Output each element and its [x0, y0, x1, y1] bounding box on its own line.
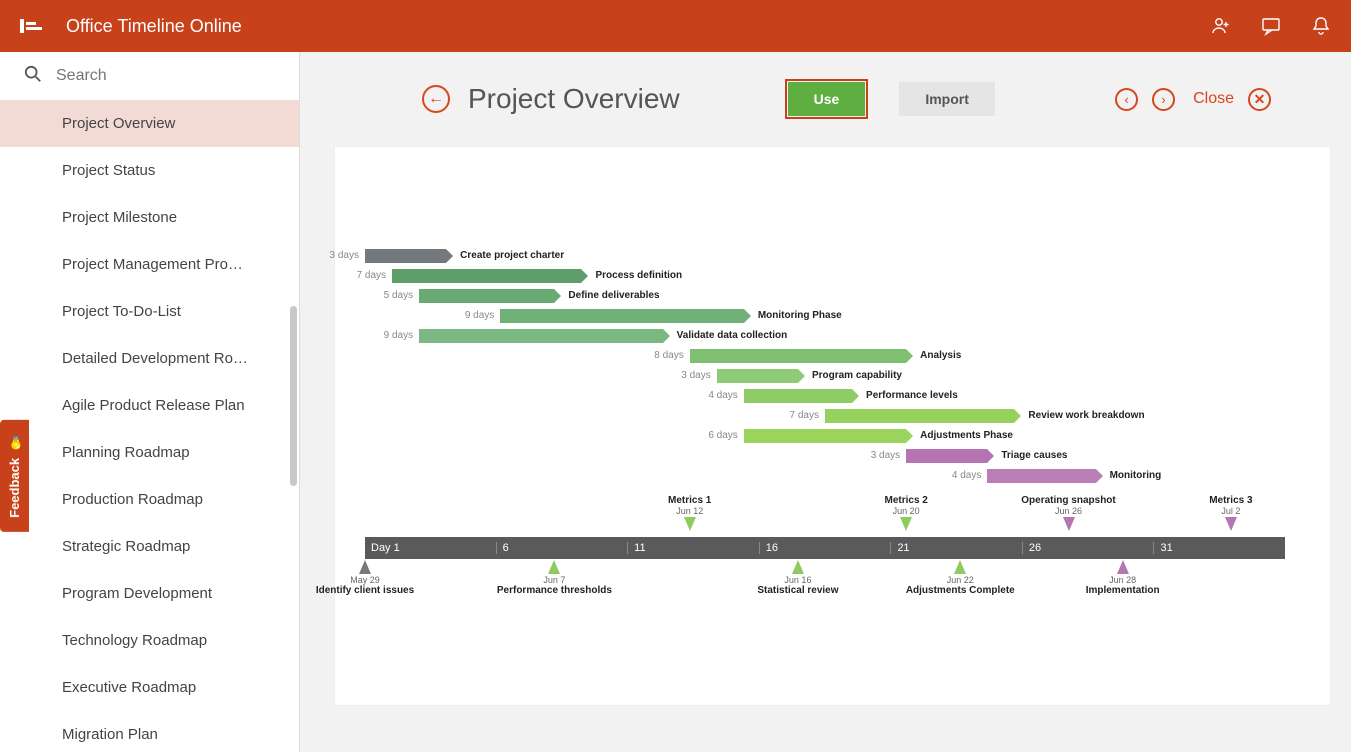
milestone[interactable]: May 29Identify client issues	[305, 559, 425, 596]
page-title: Project Overview	[468, 83, 680, 115]
task-duration: 3 days	[681, 370, 710, 381]
lightbulb-icon: 💡	[7, 434, 22, 450]
milestone[interactable]: Jun 28Implementation	[1063, 559, 1183, 596]
task-duration: 3 days	[330, 250, 359, 261]
scrollbar-thumb[interactable]	[290, 306, 297, 486]
task-duration: 3 days	[871, 450, 900, 461]
task-duration: 4 days	[952, 470, 981, 481]
task-bar[interactable]	[500, 309, 744, 323]
sidebar-item[interactable]: Project Management Pro…	[0, 241, 299, 288]
chat-icon[interactable]	[1261, 16, 1281, 36]
task-duration: 9 days	[384, 330, 413, 341]
task-duration: 7 days	[790, 410, 819, 421]
use-button[interactable]: Use	[788, 82, 866, 116]
task-bar[interactable]	[744, 389, 852, 403]
axis-tick: 31	[1153, 542, 1285, 554]
task-bar[interactable]	[392, 269, 581, 283]
task-label: Program capability	[812, 370, 902, 381]
task-bar[interactable]	[906, 449, 987, 463]
sidebar-item[interactable]: Production Roadmap	[0, 476, 299, 523]
sidebar-item[interactable]: Migration Plan	[0, 711, 299, 752]
app-logo-icon	[20, 16, 44, 36]
task-duration: 8 days	[654, 350, 683, 361]
task-label: Analysis	[920, 350, 961, 361]
task-label: Review work breakdown	[1028, 410, 1144, 421]
sidebar-item[interactable]: Executive Roadmap	[0, 664, 299, 711]
import-button[interactable]: Import	[899, 82, 995, 116]
sidebar-list: Project OverviewProject StatusProject Mi…	[0, 100, 299, 752]
user-add-icon[interactable]	[1211, 16, 1231, 36]
milestone[interactable]: Metrics 3Jul 2	[1171, 495, 1291, 532]
task-label: Monitoring Phase	[758, 310, 842, 321]
sidebar-item[interactable]: Program Development	[0, 570, 299, 617]
search-input[interactable]	[56, 67, 275, 85]
task-bar[interactable]	[717, 369, 798, 383]
task-bar[interactable]	[365, 249, 446, 263]
milestone[interactable]: Metrics 1Jun 12	[630, 495, 750, 532]
sidebar-item[interactable]: Planning Roadmap	[0, 429, 299, 476]
content-header: ← Project Overview Use Import ‹ › Close …	[422, 82, 1331, 116]
arrow-left-icon: ←	[428, 90, 444, 108]
sidebar-item[interactable]: Project Milestone	[0, 194, 299, 241]
axis-tick: 21	[890, 542, 1022, 554]
sidebar-item[interactable]: Agile Product Release Plan	[0, 382, 299, 429]
task-label: Define deliverables	[568, 290, 659, 301]
task-label: Create project charter	[460, 250, 564, 261]
feedback-label: Feedback	[7, 458, 22, 518]
axis-tick: 6	[496, 542, 628, 554]
milestone[interactable]: Jun 7Performance thresholds	[494, 559, 614, 596]
task-duration: 5 days	[384, 290, 413, 301]
close-button[interactable]: ✕	[1248, 88, 1271, 111]
feedback-tab[interactable]: Feedback 💡	[0, 420, 29, 532]
gantt-chart: 3 days Create project charter 7 days Proces…	[365, 247, 1305, 487]
task-bar[interactable]	[419, 329, 663, 343]
axis-tick: 16	[759, 542, 891, 554]
sidebar-item[interactable]: Strategic Roadmap	[0, 523, 299, 570]
axis-tick: Day 1	[365, 542, 496, 554]
app-title: Office Timeline Online	[66, 16, 242, 37]
task-label: Monitoring	[1110, 470, 1162, 481]
sidebar-item[interactable]: Project Status	[0, 147, 299, 194]
time-axis: Day 161116212631	[365, 537, 1285, 559]
milestone[interactable]: Metrics 2Jun 20	[846, 495, 966, 532]
task-bar[interactable]	[987, 469, 1095, 483]
search-row	[0, 52, 299, 100]
task-label: Validate data collection	[677, 330, 788, 341]
search-icon	[24, 65, 42, 88]
sidebar: Project OverviewProject StatusProject Mi…	[0, 52, 300, 752]
bell-icon[interactable]	[1311, 16, 1331, 36]
next-button[interactable]: ›	[1152, 88, 1175, 111]
task-duration: 9 days	[465, 310, 494, 321]
milestone[interactable]: Jun 22Adjustments Complete	[900, 559, 1020, 596]
axis-tick: 11	[627, 542, 759, 554]
back-button[interactable]: ←	[422, 85, 450, 113]
app-header: Office Timeline Online	[0, 0, 1351, 52]
close-label: Close	[1193, 90, 1234, 108]
task-label: Process definition	[595, 270, 682, 281]
timeline-canvas: 3 days Create project charter 7 days Proces…	[334, 146, 1331, 706]
task-bar[interactable]	[690, 349, 906, 363]
sidebar-item[interactable]: Technology Roadmap	[0, 617, 299, 664]
sidebar-item[interactable]: Project To-Do-List	[0, 288, 299, 335]
task-bar[interactable]	[419, 289, 554, 303]
task-bar[interactable]	[744, 429, 906, 443]
sidebar-item[interactable]: Project Overview	[0, 100, 299, 147]
task-label: Adjustments Phase	[920, 430, 1013, 441]
task-duration: 4 days	[708, 390, 737, 401]
prev-button[interactable]: ‹	[1115, 88, 1138, 111]
axis-tick: 26	[1022, 542, 1154, 554]
task-duration: 6 days	[708, 430, 737, 441]
task-label: Triage causes	[1001, 450, 1067, 461]
task-duration: 7 days	[357, 270, 386, 281]
milestone[interactable]: Operating snapshotJun 26	[1009, 495, 1129, 532]
milestone[interactable]: Jun 16Statistical review	[738, 559, 858, 596]
task-bar[interactable]	[825, 409, 1014, 423]
sidebar-item[interactable]: Detailed Development Ro…	[0, 335, 299, 382]
task-label: Performance levels	[866, 390, 958, 401]
